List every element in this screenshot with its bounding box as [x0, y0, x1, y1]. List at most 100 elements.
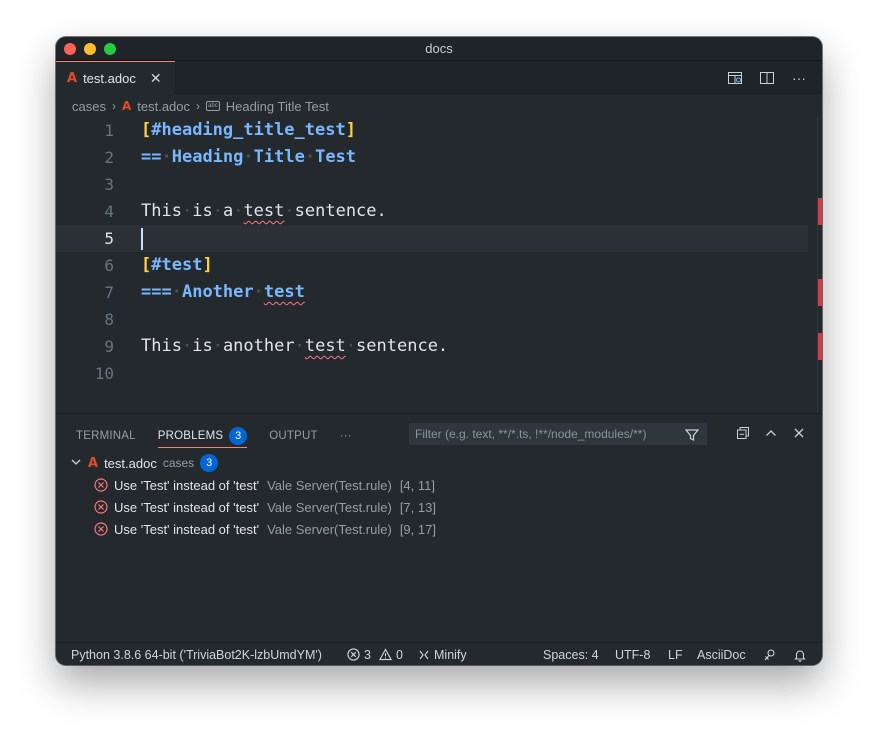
line-number: 3 [104, 175, 114, 194]
warning-icon [378, 648, 392, 661]
problems-filter-input[interactable]: Filter (e.g. text, **/*.ts, !**/node_mod… [409, 423, 707, 445]
feedback-icon[interactable] [763, 643, 777, 665]
status-bar: Python 3.8.6 64-bit ('TriviaBot2K-lzbUmd… [56, 642, 822, 665]
more-actions-icon[interactable]: ··· [790, 69, 808, 87]
problems-count-badge: 3 [229, 426, 248, 445]
editor-line: 8 [56, 306, 808, 333]
problem-message: Use 'Test' instead of 'test' [114, 521, 260, 537]
line-number: 4 [104, 202, 114, 221]
problem-source: Vale Server(Test.rule) [267, 477, 392, 493]
maximize-panel-icon[interactable] [764, 426, 778, 443]
problem-item[interactable]: Use 'Test' instead of 'test' Vale Server… [94, 496, 436, 518]
group-count-badge: 3 [200, 454, 219, 472]
line-number: 6 [104, 256, 114, 275]
line-code: [#test] [141, 255, 213, 275]
error-icon [94, 522, 108, 536]
editor-line: 9 This·is·another·test·sentence. [56, 333, 808, 360]
title-bar: docs [56, 37, 822, 61]
eol-status[interactable]: LF [668, 643, 683, 665]
editor-line: 7 ===·Another·test [56, 279, 808, 306]
collapse-all-icon[interactable] [736, 426, 750, 443]
breadcrumb-file[interactable]: test.adoc [137, 99, 190, 114]
editor-line: 2 ==·Heading·Title·Test [56, 144, 808, 171]
breadcrumb: cases › A test.adoc › abc Heading Title … [72, 95, 329, 117]
tab-bar: A test.adoc ✕ ··· [56, 61, 822, 94]
line-number: 2 [104, 148, 114, 167]
error-icon [347, 648, 360, 661]
editor-line: 1 [#heading_title_test] [56, 117, 808, 144]
problem-position: [4, 11] [399, 477, 435, 493]
problem-position: [9, 17] [399, 521, 436, 537]
python-interpreter-status[interactable]: Python 3.8.6 64-bit ('TriviaBot2K-lzbUmd… [71, 643, 322, 665]
tab-label: test.adoc [83, 70, 136, 86]
tab-terminal[interactable]: TERMINAL [76, 424, 136, 448]
minify-button[interactable]: Minify [418, 643, 467, 665]
filter-icon[interactable] [684, 427, 700, 446]
line-number: 8 [104, 310, 114, 329]
line-number: 5 [104, 229, 114, 248]
line-code: ===·Another·test [141, 282, 305, 302]
window-title: docs [425, 41, 453, 56]
encoding-status[interactable]: UTF-8 [615, 643, 650, 665]
breadcrumb-folder[interactable]: cases [72, 99, 106, 114]
asciidoc-icon: A [88, 455, 99, 471]
problem-message: Use 'Test' instead of 'test' [114, 477, 260, 493]
line-code: This·is·a·test·sentence. [141, 201, 387, 221]
line-code: This·is·another·test·sentence. [141, 336, 449, 356]
error-icon [94, 500, 108, 514]
tab-problems[interactable]: PROBLEMS 3 [157, 424, 248, 448]
problems-file-group[interactable]: A test.adoc cases 3 [70, 452, 219, 474]
line-code: [#heading_title_test] [141, 120, 356, 140]
split-editor-icon[interactable] [758, 69, 776, 87]
problem-message: Use 'Test' instead of 'test' [114, 499, 260, 515]
close-icon[interactable]: ✕ [150, 70, 162, 87]
open-preview-icon[interactable] [726, 69, 744, 87]
close-window-button[interactable] [64, 43, 76, 55]
chevron-right-icon: › [196, 99, 201, 113]
panel-actions [736, 423, 806, 445]
problem-item[interactable]: Use 'Test' instead of 'test' Vale Server… [94, 518, 436, 540]
line-number: 7 [104, 283, 114, 302]
error-icon [94, 478, 108, 492]
asciidoc-icon: A [67, 70, 78, 86]
zoom-window-button[interactable] [104, 43, 116, 55]
close-panel-icon[interactable] [792, 426, 806, 443]
tab-output[interactable]: OUTPUT [269, 424, 317, 448]
editor-actions: ··· [726, 61, 808, 94]
problem-position: [7, 13] [399, 499, 436, 515]
warning-count: 0 [395, 647, 403, 662]
problems-status[interactable]: 3 0 [347, 643, 403, 665]
line-number: 10 [94, 364, 114, 383]
editor-line: 10 [56, 360, 808, 387]
tab-test-adoc[interactable]: A test.adoc ✕ [56, 61, 175, 94]
notifications-bell-icon[interactable] [793, 643, 807, 665]
chevron-right-icon: › [111, 99, 116, 113]
breadcrumb-symbol[interactable]: Heading Title Test [226, 99, 329, 114]
error-count: 3 [364, 647, 371, 662]
error-marker[interactable] [818, 333, 822, 360]
error-marker[interactable] [818, 198, 822, 225]
language-mode-status[interactable]: AsciiDoc [697, 643, 746, 665]
problem-source: Vale Server(Test.rule) [267, 499, 392, 515]
chevron-down-icon [70, 456, 82, 471]
group-filename: test.adoc [104, 455, 157, 471]
line-code: ==·Heading·Title·Test [141, 147, 357, 167]
more-tabs-icon[interactable]: ··· [340, 424, 352, 448]
editor-line: 6 [#test] [56, 252, 808, 279]
line-number: 9 [104, 337, 114, 356]
text-cursor [141, 228, 143, 250]
problem-item[interactable]: Use 'Test' instead of 'test' Vale Server… [94, 474, 435, 496]
error-marker[interactable] [818, 279, 822, 306]
string-symbol-icon: abc [206, 101, 220, 111]
problem-source: Vale Server(Test.rule) [267, 521, 392, 537]
editor-window: docs A test.adoc ✕ ··· cases › A test.ad… [56, 37, 822, 665]
indentation-status[interactable]: Spaces: 4 [543, 643, 599, 665]
editor-line: 3 [56, 171, 808, 198]
minimize-window-button[interactable] [84, 43, 96, 55]
code-editor[interactable]: 1 [#heading_title_test] 2 ==·Heading·Tit… [56, 117, 822, 413]
line-number: 1 [104, 121, 114, 140]
editor-line-current: 5 [56, 225, 808, 252]
bottom-panel: TERMINAL PROBLEMS 3 OUTPUT ··· Filter (e.… [56, 413, 822, 640]
panel-tabs: TERMINAL PROBLEMS 3 OUTPUT ··· [76, 424, 374, 448]
overview-ruler[interactable] [817, 117, 818, 413]
